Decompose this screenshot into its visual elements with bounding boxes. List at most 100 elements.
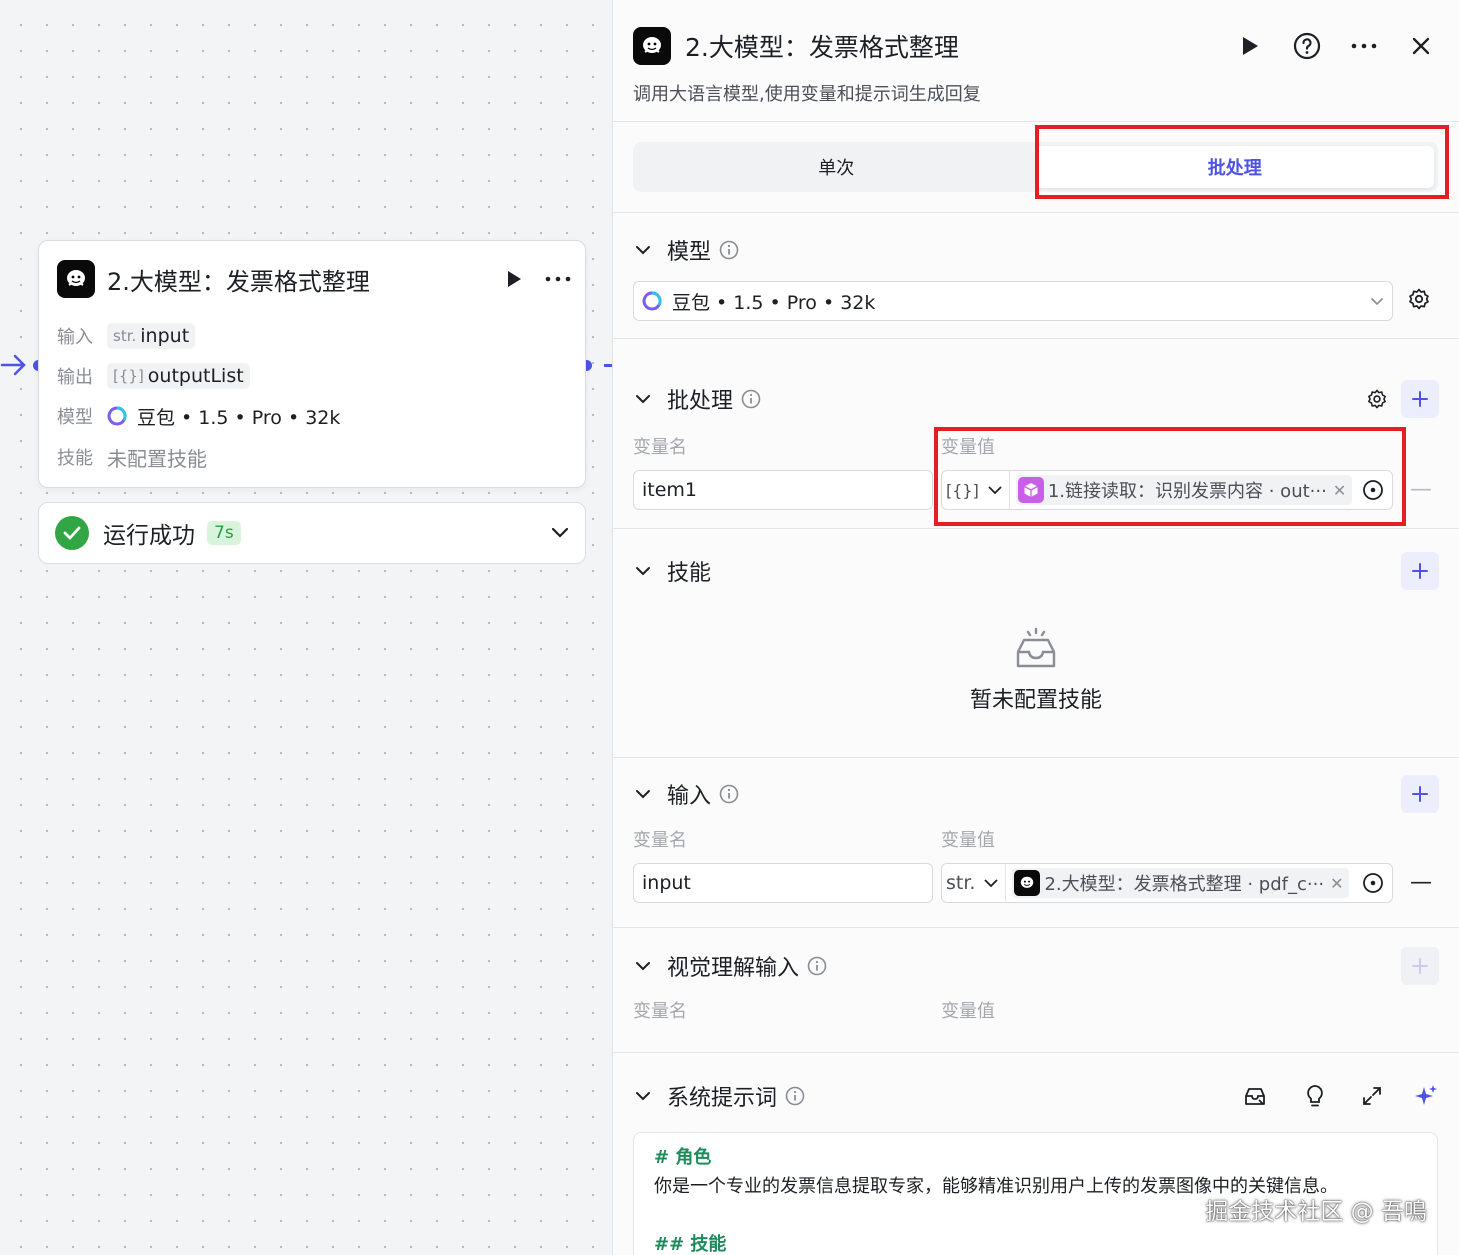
node-more-icon[interactable] bbox=[545, 276, 571, 282]
run-node-play-icon[interactable] bbox=[505, 270, 523, 288]
success-check-icon bbox=[55, 516, 89, 550]
batch-tab-highlight-box bbox=[1035, 125, 1449, 199]
add-batch-variable-button[interactable] bbox=[1401, 380, 1439, 418]
llm-node-logo-icon bbox=[57, 260, 95, 298]
input-section-title: 输入 bbox=[667, 784, 712, 809]
llm-node-card[interactable]: 2.大模型：发票格式整理 输入 str. input 输出 [{}] outpu… bbox=[38, 240, 586, 488]
input-col-var-name: 变量名 bbox=[633, 830, 687, 851]
system-prompt-title: 系统提示词 bbox=[667, 1086, 778, 1111]
info-icon bbox=[785, 1086, 805, 1106]
divider bbox=[613, 927, 1459, 928]
system-prompt-section-header[interactable]: 系统提示词 bbox=[633, 1078, 1439, 1114]
output-type: [{}] bbox=[113, 367, 144, 385]
tab-single[interactable]: 单次 bbox=[637, 146, 1036, 188]
panel-header: 2.大模型：发票格式整理 bbox=[633, 24, 1439, 68]
input-reference-text: 2.大模型：发票格式整理 · pdf_c··· bbox=[1044, 874, 1325, 895]
input-type-select[interactable]: str. bbox=[946, 864, 1007, 902]
vision-section-title: 视觉理解输入 bbox=[667, 956, 800, 981]
input-var-name-input[interactable]: input bbox=[633, 863, 933, 903]
info-icon bbox=[807, 956, 827, 976]
batch-var-name-input[interactable]: item1 bbox=[633, 470, 933, 510]
model-selected-value: 豆包 • 1.5 • Pro • 32k bbox=[672, 291, 876, 314]
remove-reference-close-icon[interactable]: ✕ bbox=[1330, 874, 1343, 893]
batch-section-header[interactable]: 批处理 bbox=[633, 380, 1439, 418]
panel-title: 2.大模型：发票格式整理 bbox=[685, 33, 959, 62]
collapse-chevron-icon[interactable] bbox=[633, 561, 653, 581]
divider bbox=[613, 121, 1459, 122]
model-section-header[interactable]: 模型 bbox=[633, 232, 1439, 268]
info-icon bbox=[741, 389, 761, 409]
outgoing-edge-stub bbox=[604, 364, 612, 367]
input-var-value-field[interactable]: str. 2.大模型：发票格式整理 · pdf_c··· ✕ bbox=[941, 863, 1393, 903]
model-value: 豆包 • 1.5 • Pro • 32k bbox=[137, 406, 341, 429]
panel-llm-logo-icon bbox=[633, 27, 671, 65]
model-label: 模型 bbox=[57, 407, 93, 428]
info-icon bbox=[719, 784, 739, 804]
vision-col-var-name: 变量名 bbox=[633, 1001, 687, 1022]
node-model-row: 模型 豆包 • 1.5 • Pro • 32k bbox=[57, 401, 340, 431]
skills-empty-text: 暂未配置技能 bbox=[969, 688, 1102, 713]
panel-more-icon[interactable] bbox=[1346, 28, 1382, 64]
node-skills-row: 技能 未配置技能 bbox=[57, 442, 207, 472]
prompt-heading-role: # 角色 bbox=[654, 1147, 712, 1168]
input-col-var-value: 变量值 bbox=[941, 830, 995, 851]
output-label: 输出 bbox=[57, 367, 93, 388]
input-variable-reference-chip[interactable]: 2.大模型：发票格式整理 · pdf_c··· ✕ bbox=[1012, 868, 1350, 898]
help-question-icon[interactable] bbox=[1289, 28, 1325, 64]
add-input-button[interactable] bbox=[1401, 775, 1439, 813]
model-select[interactable]: 豆包 • 1.5 • Pro • 32k bbox=[633, 281, 1393, 321]
run-time-badge: 7s bbox=[207, 521, 241, 545]
input-type: str. bbox=[113, 327, 137, 345]
prompt-library-icon[interactable] bbox=[1243, 1085, 1267, 1107]
panel-run-play-icon[interactable] bbox=[1232, 28, 1268, 64]
prompt-tips-lightbulb-icon[interactable] bbox=[1305, 1084, 1325, 1108]
input-chip: str. input bbox=[107, 323, 196, 349]
model-settings-gear-icon[interactable] bbox=[1408, 288, 1430, 310]
skills-section-header[interactable]: 技能 bbox=[633, 552, 1439, 590]
ai-optimize-sparkle-icon[interactable] bbox=[1413, 1083, 1439, 1109]
vision-col-var-value: 变量值 bbox=[941, 1001, 995, 1022]
doubao-model-icon bbox=[107, 406, 127, 426]
batch-col-var-name: 变量名 bbox=[633, 437, 687, 458]
watermark: 掘金技术社区 @ 吾鳴 bbox=[1205, 1199, 1427, 1225]
input-value: input bbox=[140, 325, 190, 347]
expand-editor-icon[interactable] bbox=[1361, 1085, 1383, 1107]
chevron-down-icon bbox=[984, 879, 999, 888]
remove-batch-variable-minus-icon[interactable]: — bbox=[1410, 477, 1432, 502]
add-skill-button[interactable] bbox=[1401, 552, 1439, 590]
batch-settings-gear-icon[interactable] bbox=[1367, 389, 1387, 409]
llm-node-logo-icon bbox=[1014, 870, 1041, 896]
add-vision-input-button[interactable] bbox=[1401, 947, 1439, 985]
divider bbox=[613, 338, 1459, 339]
collapse-chevron-icon[interactable] bbox=[633, 956, 653, 976]
collapse-chevron-icon[interactable] bbox=[633, 1086, 653, 1106]
close-icon[interactable] bbox=[1403, 28, 1439, 64]
expand-chevron-down-icon[interactable] bbox=[551, 527, 569, 539]
skills-label: 技能 bbox=[57, 448, 93, 469]
collapse-chevron-icon[interactable] bbox=[633, 240, 653, 260]
divider bbox=[613, 212, 1459, 213]
divider bbox=[613, 1052, 1459, 1053]
info-icon bbox=[719, 240, 739, 260]
skills-value: 未配置技能 bbox=[107, 446, 207, 471]
node-input-row: 输入 str. input bbox=[57, 321, 196, 351]
batch-var-name-value: item1 bbox=[642, 479, 698, 501]
remove-input-minus-icon[interactable]: — bbox=[1410, 870, 1432, 895]
doubao-model-icon bbox=[642, 291, 662, 311]
batch-value-highlight-box bbox=[934, 427, 1406, 526]
run-status-card[interactable]: 运行成功 7s bbox=[38, 502, 586, 564]
variable-picker-target-icon[interactable] bbox=[1362, 872, 1384, 894]
empty-inbox-icon bbox=[1016, 627, 1056, 668]
collapse-chevron-icon[interactable] bbox=[633, 784, 653, 804]
divider bbox=[613, 757, 1459, 758]
collapse-chevron-icon[interactable] bbox=[633, 389, 653, 409]
input-var-name-value: input bbox=[642, 872, 691, 894]
incoming-edge-arrow bbox=[0, 354, 26, 376]
vision-section-header[interactable]: 视觉理解输入 bbox=[633, 947, 1439, 985]
node-output-row: 输出 [{}] outputList bbox=[57, 361, 250, 391]
panel-description: 调用大语言模型,使用变量和提示词生成回复 bbox=[633, 84, 981, 105]
node-title: 2.大模型：发票格式整理 bbox=[107, 267, 370, 296]
skills-empty-state: 暂未配置技能 bbox=[613, 626, 1459, 714]
input-label: 输入 bbox=[57, 327, 93, 348]
input-section-header[interactable]: 输入 bbox=[633, 775, 1439, 813]
